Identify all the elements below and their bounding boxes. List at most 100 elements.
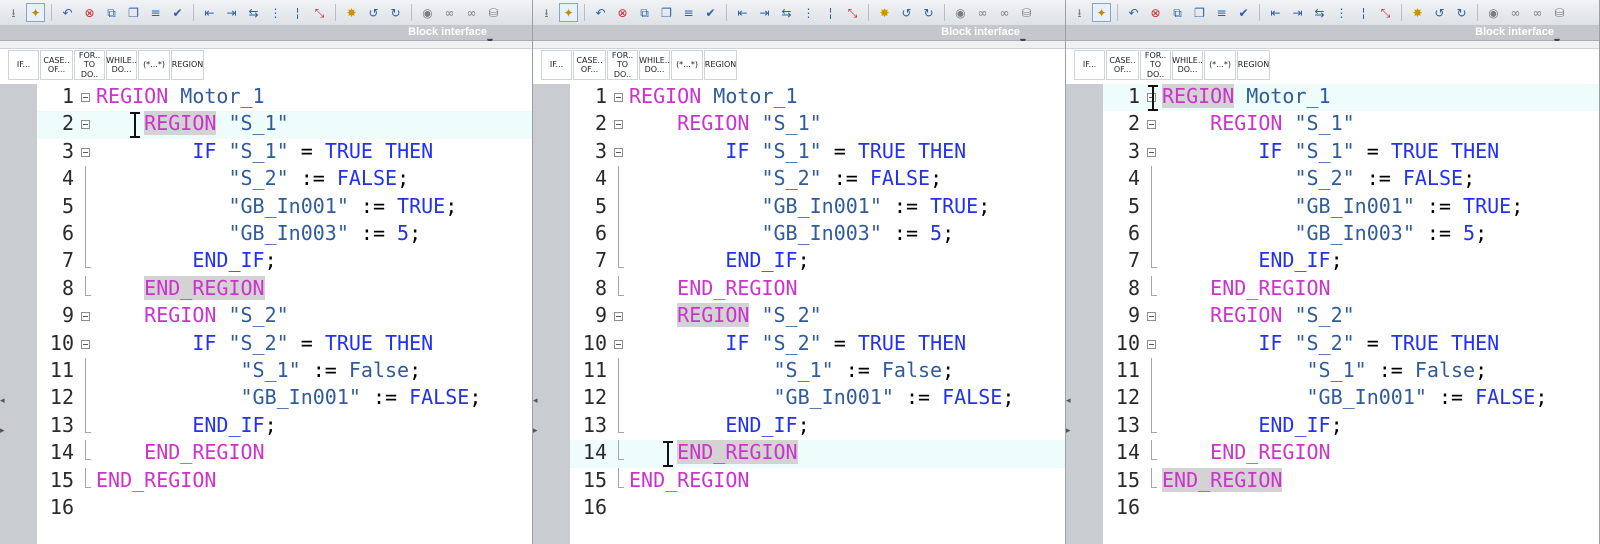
delete-call-icon[interactable]: ⊗ — [613, 3, 632, 22]
template-[interactable]: (*...*) — [671, 50, 703, 80]
template-region[interactable]: REGION — [1237, 50, 1270, 80]
region-wizard-icon[interactable]: ✦ — [559, 3, 578, 22]
code-line[interactable]: 14 END_REGION — [1103, 440, 1600, 467]
scroll-right-icon[interactable]: ▸ — [533, 426, 538, 436]
code-line[interactable]: 5 "GB_In001" := TRUE; — [37, 193, 533, 221]
fold-toggle-icon[interactable] — [81, 312, 90, 322]
code-line[interactable]: 9 REGION "S_2" — [570, 303, 1066, 330]
line-icon[interactable]: ¦ — [821, 3, 840, 22]
code-line[interactable]: 1 REGION Motor_1 — [570, 84, 1066, 111]
code-line[interactable]: 4 "S_2" := FALSE; — [1103, 166, 1600, 194]
comment-icon[interactable]: ⋮ — [799, 3, 818, 22]
bookmark-icon[interactable]: ✸ — [342, 3, 361, 22]
template-case-of[interactable]: CASE.. OF... — [40, 50, 73, 80]
block-interface-bar[interactable]: Block interface▼ — [1066, 25, 1600, 46]
code-line[interactable]: 16 — [37, 495, 533, 522]
comment-icon[interactable]: ⋮ — [1332, 3, 1351, 22]
glasses2-icon[interactable]: ∞ — [462, 3, 481, 22]
down-arrow-icon[interactable]: ⭳ — [4, 3, 23, 22]
undo-icon[interactable]: ↺ — [897, 3, 916, 22]
code-line[interactable]: 2 REGION "S_1" — [570, 111, 1066, 138]
code-line[interactable]: 13 END_IF; — [1103, 412, 1600, 440]
paste-icon[interactable]: ❐ — [124, 3, 143, 22]
delete-call-icon[interactable]: ⊗ — [80, 3, 99, 22]
fold-toggle-icon[interactable] — [1147, 120, 1156, 130]
code-line[interactable]: 14 END_REGION — [37, 440, 533, 467]
scroll-left-icon[interactable]: ◂ — [533, 396, 538, 406]
code-line[interactable]: 12 "GB_In001" := FALSE; — [570, 385, 1066, 413]
list-icon[interactable]: ≡ — [1212, 3, 1231, 22]
template-while-do[interactable]: WHILE.. DO... — [639, 50, 670, 80]
scroll-left-icon[interactable]: ◂ — [0, 396, 5, 406]
code-line[interactable]: 7 END_IF; — [570, 248, 1066, 275]
code-line[interactable]: 11 "S_1" := False; — [1103, 358, 1600, 386]
template-[interactable]: (*...*) — [138, 50, 170, 80]
code-line[interactable]: 13 END_IF; — [570, 412, 1066, 440]
code-line[interactable]: 2 REGION "S_1" — [1103, 111, 1600, 138]
code-line[interactable]: 11 "S_1" := False; — [570, 358, 1066, 386]
fold-toggle-icon[interactable] — [81, 93, 90, 102]
paste-icon[interactable]: ❐ — [657, 3, 676, 22]
code-line[interactable]: 1 REGION Motor_1 — [1103, 84, 1600, 112]
fold-toggle-icon[interactable] — [614, 312, 623, 322]
code-line[interactable]: 14 END_REGION — [570, 440, 1066, 468]
fold-toggle-icon[interactable] — [81, 339, 90, 349]
glasses-icon[interactable]: ∞ — [1506, 3, 1525, 22]
code-line[interactable]: 6 "GB_In003" := 5; — [570, 221, 1066, 249]
template-for-to-do[interactable]: FOR.. TO DO.. — [1140, 50, 1171, 80]
call-icon[interactable]: ↶ — [591, 3, 610, 22]
code-editor[interactable]: 1 REGION Motor_1 2 REGION "S_1" 3 IF "S_1" … — [37, 84, 533, 544]
template-region[interactable]: REGION — [171, 50, 204, 80]
template-if[interactable]: IF... — [541, 50, 572, 80]
down-arrow-icon[interactable]: ⭳ — [1070, 3, 1089, 22]
copy-icon[interactable]: ⧉ — [102, 3, 121, 22]
code-line[interactable]: 12 "GB_In001" := FALSE; — [37, 385, 533, 413]
code-line[interactable]: 9 REGION "S_2" — [1103, 303, 1600, 330]
code-line[interactable]: 3 IF "S_1" = TRUE THEN — [1103, 139, 1600, 166]
copy-icon[interactable]: ⧉ — [1168, 3, 1187, 22]
outdent-icon[interactable]: ⇆ — [777, 3, 796, 22]
code-line[interactable]: 4 "S_2" := FALSE; — [37, 166, 533, 194]
code-line[interactable]: 7 END_IF; — [37, 248, 533, 275]
template-if[interactable]: IF... — [8, 50, 39, 80]
code-line[interactable]: 16 — [570, 495, 1066, 522]
comment-icon[interactable]: ⋮ — [266, 3, 285, 22]
scroll-right-icon[interactable]: ▸ — [0, 426, 5, 436]
code-line[interactable]: 15 END_REGION — [1103, 467, 1600, 495]
line-icon[interactable]: ¦ — [1354, 3, 1373, 22]
undo-icon[interactable]: ↺ — [364, 3, 383, 22]
region-wizard-icon[interactable]: ✦ — [1092, 3, 1111, 22]
code-line[interactable]: 13 END_IF; — [37, 412, 533, 440]
code-line[interactable]: 6 "GB_In003" := 5; — [37, 221, 533, 249]
db-icon[interactable]: ⛁ — [1017, 3, 1036, 22]
scroll-right-icon[interactable]: ▸ — [1066, 426, 1071, 436]
code-line[interactable]: 4 "S_2" := FALSE; — [570, 166, 1066, 194]
code-line[interactable]: 9 REGION "S_2" — [37, 303, 533, 330]
code-editor[interactable]: 1 REGION Motor_1 2 REGION "S_1" 3 IF "S_1" … — [1103, 84, 1600, 544]
code-line[interactable]: 11 "S_1" := False; — [37, 358, 533, 386]
glasses-icon[interactable]: ∞ — [973, 3, 992, 22]
list-icon[interactable]: ≡ — [679, 3, 698, 22]
template-case-of[interactable]: CASE.. OF... — [1106, 50, 1139, 80]
monitor-icon[interactable]: ◉ — [418, 3, 437, 22]
paste-icon[interactable]: ❐ — [1190, 3, 1209, 22]
indent-right-icon[interactable]: ⇥ — [1288, 3, 1307, 22]
code-line[interactable]: 5 "GB_In001" := TRUE; — [1103, 193, 1600, 221]
redo-icon[interactable]: ↻ — [1452, 3, 1471, 22]
fold-toggle-icon[interactable] — [1147, 312, 1156, 322]
block-interface-bar[interactable]: Block interface▼ — [533, 25, 1066, 46]
redo-icon[interactable]: ↻ — [919, 3, 938, 22]
template-if[interactable]: IF... — [1074, 50, 1105, 80]
code-line[interactable]: 6 "GB_In003" := 5; — [1103, 221, 1600, 249]
db-icon[interactable]: ⛁ — [484, 3, 503, 22]
template-for-to-do[interactable]: FOR.. TO DO.. — [607, 50, 638, 80]
glasses-icon[interactable]: ∞ — [440, 3, 459, 22]
check-icon[interactable]: ✔ — [1234, 3, 1253, 22]
code-line[interactable]: 3 IF "S_1" = TRUE THEN — [570, 139, 1066, 166]
bookmark-icon[interactable]: ✸ — [1408, 3, 1427, 22]
fold-toggle-icon[interactable] — [614, 120, 623, 130]
code-line[interactable]: 7 END_IF; — [1103, 248, 1600, 275]
filter-icon[interactable]: ⤡ — [310, 3, 329, 22]
code-line[interactable]: 1 REGION Motor_1 — [37, 84, 533, 111]
indent-left-icon[interactable]: ⇤ — [1266, 3, 1285, 22]
